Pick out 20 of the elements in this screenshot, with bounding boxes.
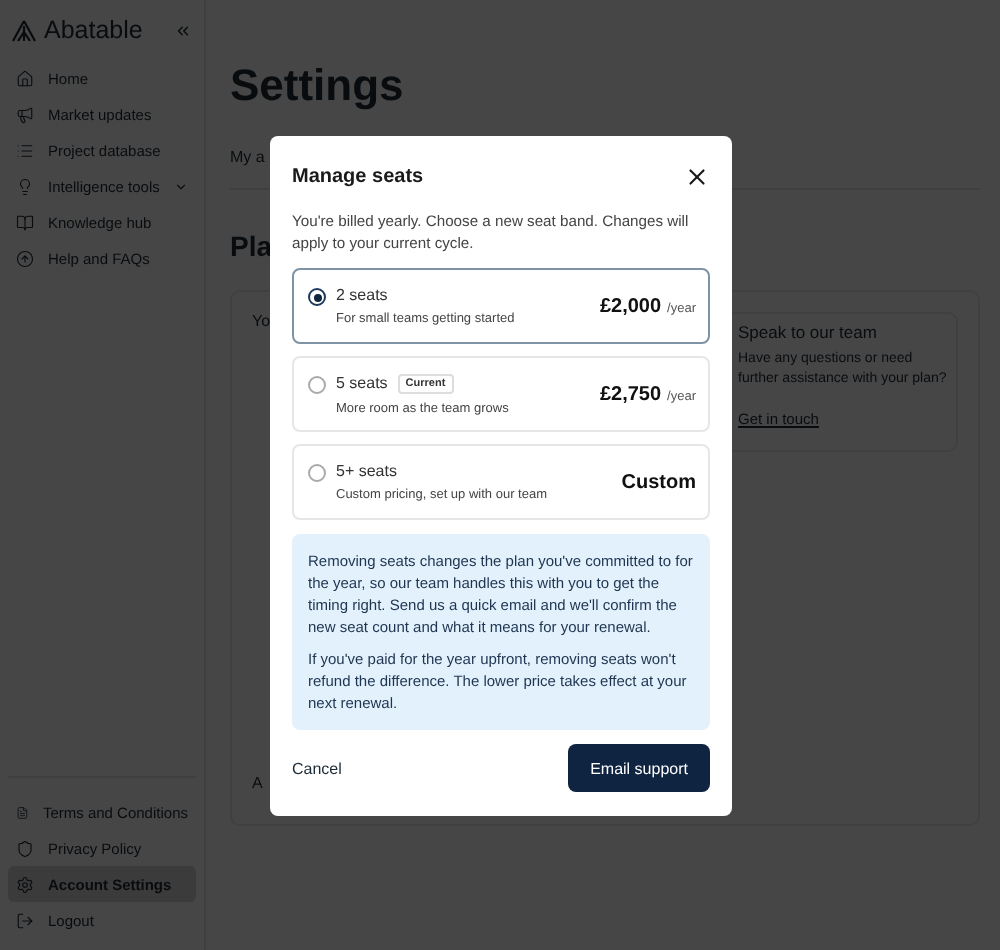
- plan-footer-text: A: [252, 774, 263, 792]
- section-title: Pla: [230, 230, 273, 262]
- option-price: Custom: [621, 471, 696, 493]
- radio-button[interactable]: [308, 376, 326, 394]
- email-support-button[interactable]: Email support: [568, 744, 710, 792]
- option-price: £2,000: [599, 295, 662, 317]
- option-title: 2 seats: [336, 286, 388, 304]
- radio-button[interactable]: [308, 288, 326, 306]
- cancel-button[interactable]: Cancel: [292, 759, 342, 777]
- contact-title: Speak to our team: [738, 322, 879, 342]
- option-title: 5+ seats: [336, 462, 397, 480]
- page-title: Settings: [230, 60, 406, 112]
- option-price: £2,750: [599, 383, 662, 405]
- radio-button[interactable]: [308, 464, 326, 482]
- modal-title: Manage seats: [292, 166, 424, 188]
- tab[interactable]: My a: [230, 148, 265, 166]
- logo-text: Abatable: [44, 16, 143, 44]
- plan-text: Yo: [252, 312, 271, 330]
- close-button[interactable]: [684, 164, 710, 190]
- option-title: 5 seats: [336, 374, 388, 392]
